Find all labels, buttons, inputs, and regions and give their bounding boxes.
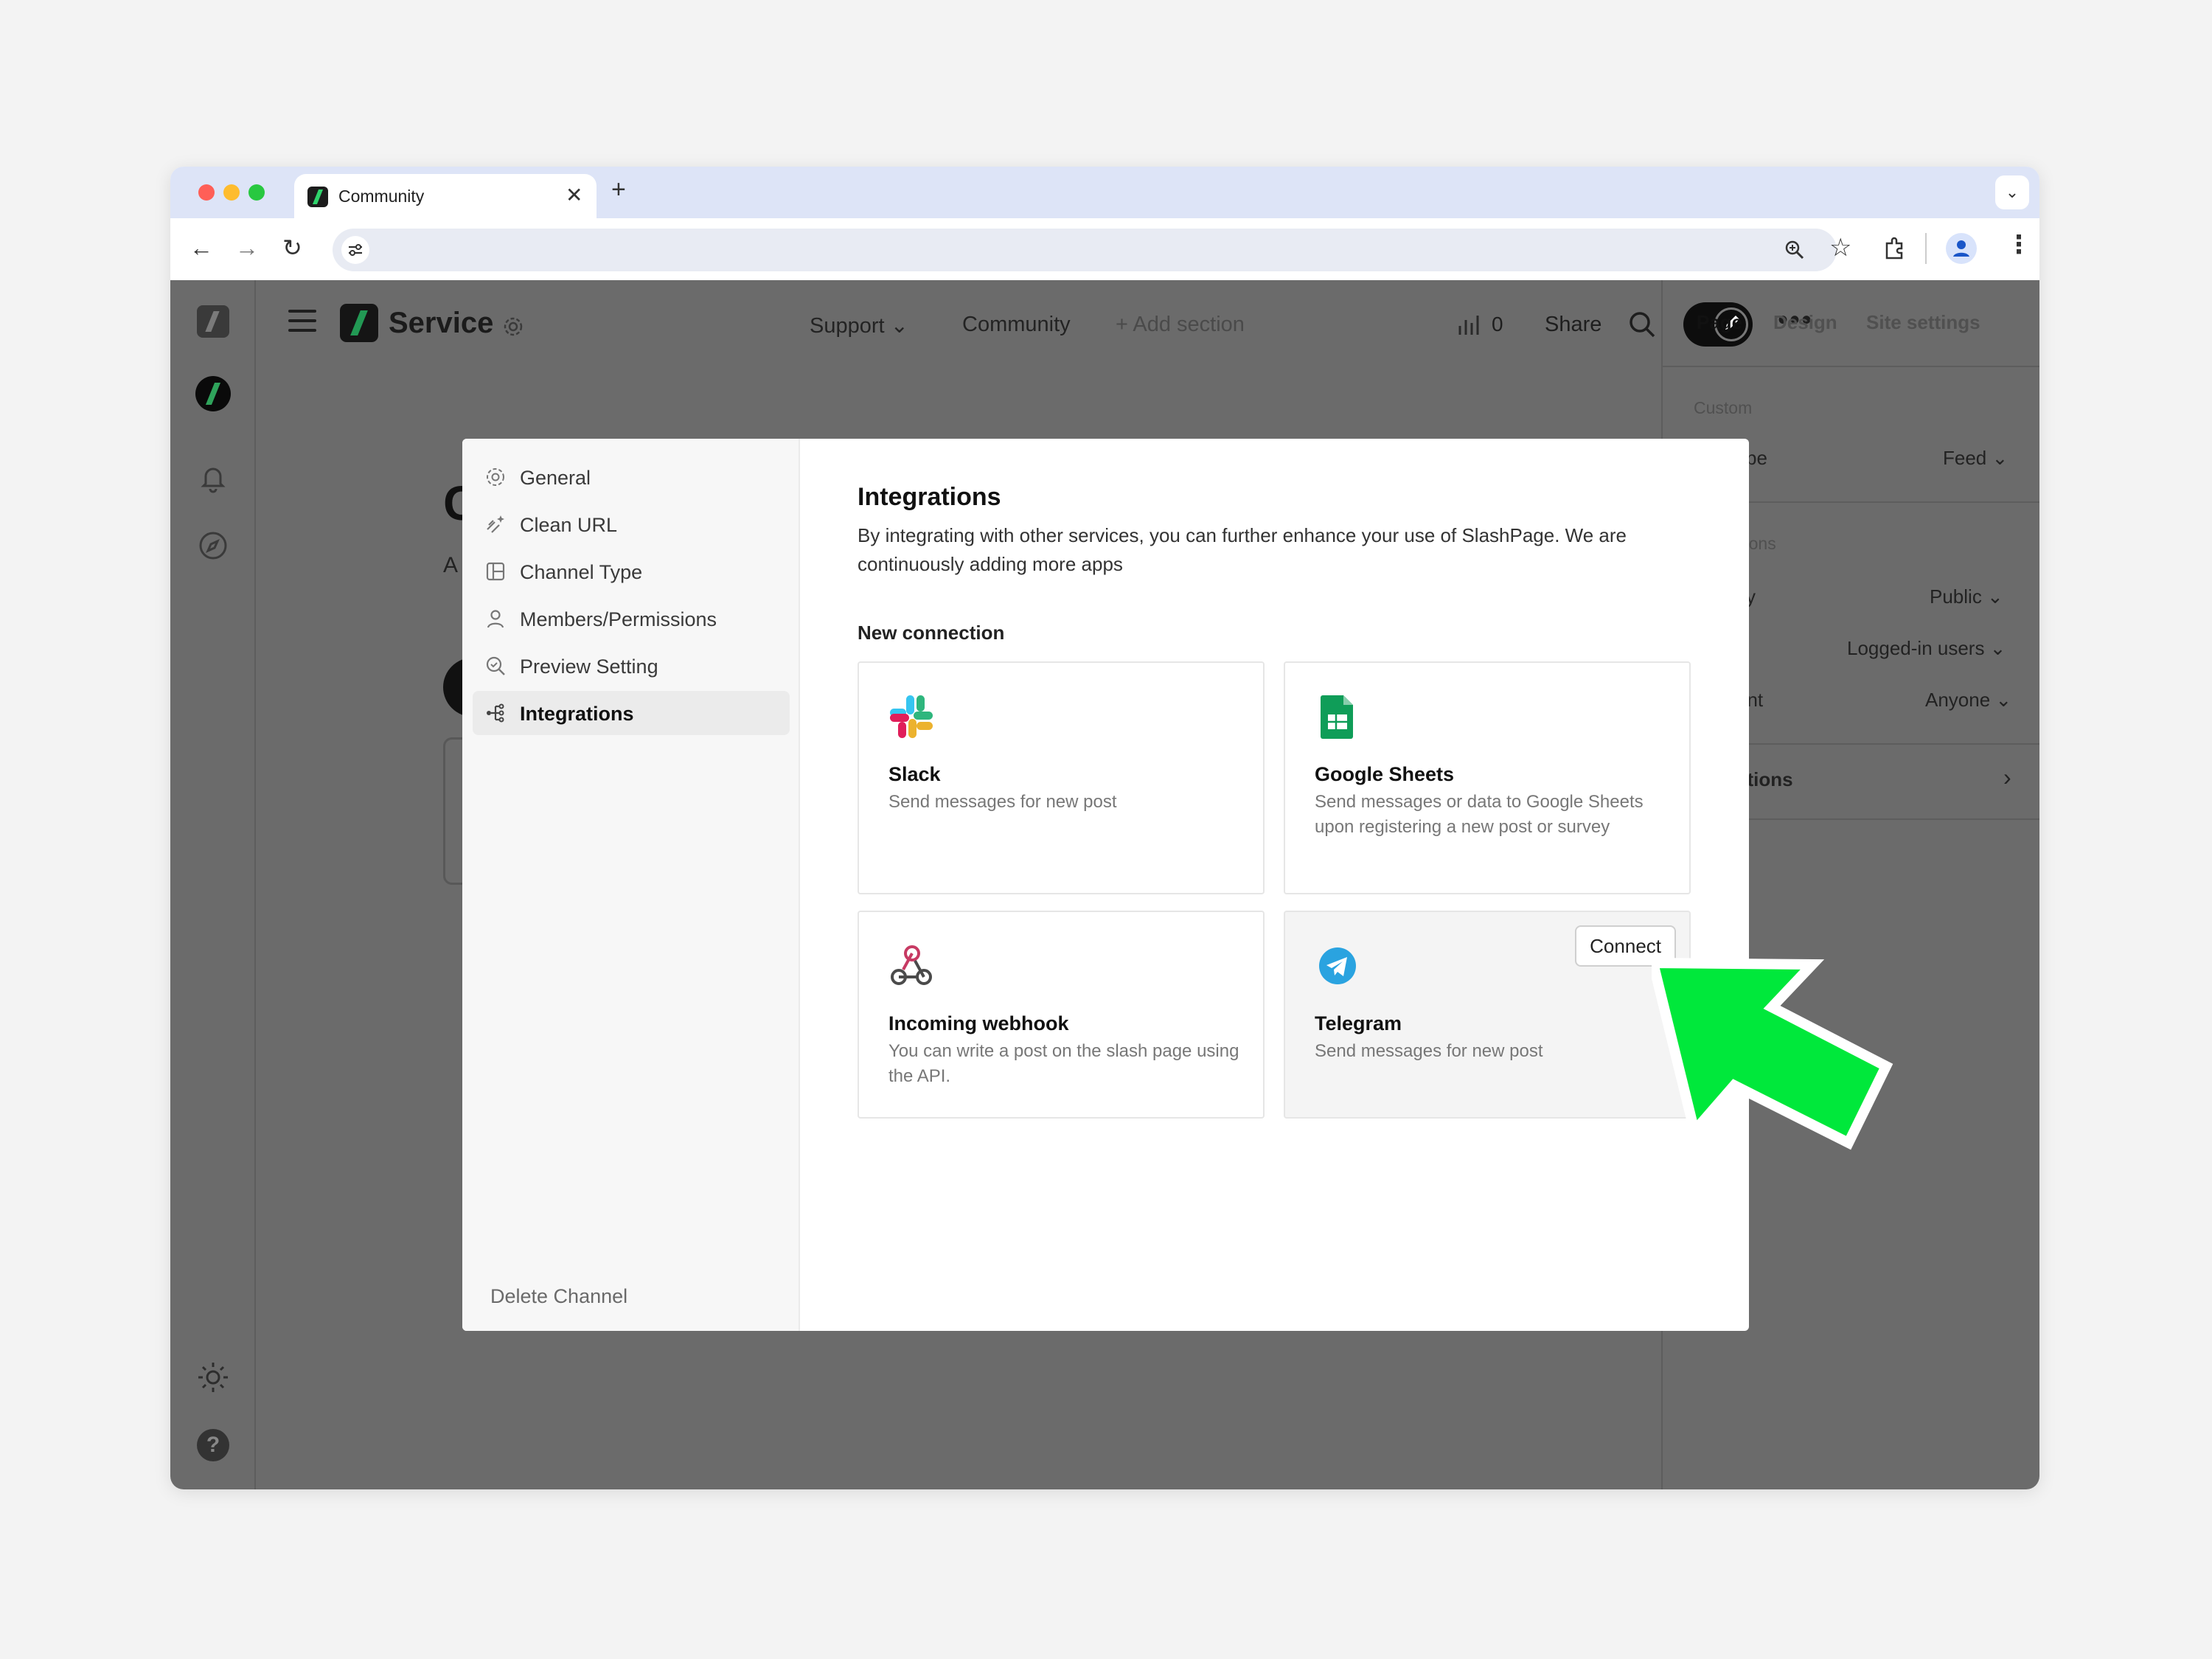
service-logo-icon[interactable]: [340, 304, 378, 342]
sidebar-item-label: General: [520, 467, 591, 489]
integration-card-incoming-webhook[interactable]: Incoming webhook You can write a post on…: [858, 911, 1265, 1119]
integrations-description: By integrating with other services, you …: [858, 524, 1627, 575]
reload-icon[interactable]: ↻: [282, 234, 302, 261]
visibility-select[interactable]: Public ⌄: [1930, 585, 2003, 608]
service-name[interactable]: Service: [389, 307, 493, 340]
integrations-tree-icon: [487, 703, 504, 723]
magic-link-icon: [487, 515, 504, 533]
new-tab-button[interactable]: +: [611, 175, 626, 204]
integrations-title: Integrations: [858, 483, 1001, 511]
sidebar-item-general[interactable]: General: [473, 455, 790, 499]
comment-select[interactable]: Anyone ⌄: [1925, 689, 2011, 712]
card-name: Incoming webhook: [888, 1012, 1069, 1034]
card-name: Slack: [888, 763, 941, 785]
tab-title: Community: [338, 187, 425, 206]
stats-count: 0: [1492, 313, 1503, 335]
type-select[interactable]: Feed ⌄: [1943, 447, 2008, 470]
window-close-button[interactable]: [198, 184, 215, 201]
browser-tab-community[interactable]: Community ✕: [294, 174, 597, 218]
tab-design[interactable]: Design: [1773, 311, 1837, 334]
channel-settings-modal: General Clean URL Channel Type Members/P…: [462, 439, 1749, 1331]
extensions-icon[interactable]: [1882, 236, 1907, 261]
card-description: Send messages or data to Google Sheets u…: [1315, 792, 1644, 837]
telegram-icon: [1319, 947, 1356, 984]
sidebar-item-members-permissions[interactable]: Members/Permissions: [473, 597, 790, 641]
layout-icon: [486, 562, 505, 581]
card-name: Telegram: [1315, 1012, 1402, 1034]
annotation-arrow-icon: [1652, 957, 1893, 1150]
google-sheets-icon: [1321, 695, 1353, 739]
custom-section-label: Custom: [1694, 398, 1753, 417]
stats-bar-chart-icon[interactable]: [1457, 314, 1481, 336]
sidebar-item-label: Preview Setting: [520, 655, 658, 678]
integrations-panel: Integrations By integrating with other s…: [800, 439, 1749, 1331]
sidebar-item-channel-type[interactable]: Channel Type: [473, 549, 790, 594]
help-icon[interactable]: ?: [197, 1429, 229, 1461]
left-rail: ?: [170, 280, 256, 1489]
chevron-right-icon[interactable]: ›: [2003, 764, 2011, 791]
card-description: Send messages for new post: [1315, 1041, 1543, 1061]
zoom-icon[interactable]: [1784, 239, 1806, 261]
tab-strip: Community ✕ + ⌄: [170, 167, 2039, 218]
address-bar[interactable]: ☆: [333, 229, 1851, 271]
slashpage-logo-icon[interactable]: [197, 305, 229, 338]
toolbar-divider: [1925, 233, 1927, 264]
new-connection-label: New connection: [858, 622, 1005, 644]
profile-person-icon: [1953, 240, 1969, 257]
right-panel-tabs: Page Design Site settings: [1663, 280, 2039, 367]
webhook-icon: [891, 945, 932, 985]
search-icon[interactable]: [1627, 310, 1657, 339]
bookmark-star-icon[interactable]: ☆: [1829, 233, 1851, 262]
preview-search-icon: [486, 656, 505, 675]
bell-icon[interactable]: [197, 462, 229, 494]
page-subtitle-background: A: [443, 553, 459, 577]
window-minimize-button[interactable]: [223, 184, 240, 201]
nav-community[interactable]: Community: [962, 313, 1071, 337]
top-nav: Service Support ⌄ Community + Add sectio…: [256, 280, 1812, 369]
integration-card-telegram[interactable]: Telegram Send messages for new post Conn…: [1284, 911, 1691, 1119]
tab-site-settings[interactable]: Site settings: [1866, 311, 1980, 334]
card-description: Send messages for new post: [888, 792, 1117, 812]
sun-icon[interactable]: [197, 1361, 229, 1394]
service-settings-gear-icon[interactable]: [502, 316, 524, 338]
browser-menu-icon[interactable]: ⋮: [2006, 230, 2031, 260]
compass-icon[interactable]: [197, 529, 229, 562]
share-button[interactable]: Share: [1545, 313, 1601, 337]
sidebar-item-label: Channel Type: [520, 561, 643, 583]
integration-card-slack[interactable]: Slack Send messages for new post: [858, 661, 1265, 894]
back-icon[interactable]: ←: [189, 234, 213, 261]
user-icon: [487, 610, 504, 628]
window-maximize-button[interactable]: [248, 184, 265, 201]
tab-page[interactable]: Page: [1697, 311, 1742, 334]
profile-avatar[interactable]: [1946, 233, 1977, 264]
browser-toolbar: ← → ↻ ☆ ⋮: [170, 218, 2039, 280]
slashpage-favicon-icon: [307, 187, 328, 207]
site-info-icon[interactable]: [341, 236, 369, 264]
nav-support[interactable]: Support ⌄: [810, 313, 908, 338]
add-section-button[interactable]: + Add section: [1116, 313, 1245, 337]
sidebar-item-label: Clean URL: [520, 514, 618, 536]
tab-close-icon[interactable]: ✕: [566, 183, 582, 207]
forward-icon[interactable]: →: [235, 234, 259, 261]
sidebar-item-integrations[interactable]: Integrations: [473, 691, 790, 735]
card-description: You can write a post on the slash page u…: [888, 1041, 1239, 1086]
hamburger-menu-icon[interactable]: [288, 310, 316, 332]
delete-channel-button[interactable]: Delete Channel: [490, 1285, 627, 1308]
readers-select[interactable]: Logged-in users ⌄: [1847, 637, 2006, 660]
integration-card-google-sheets[interactable]: Google Sheets Send messages or data to G…: [1284, 661, 1691, 894]
workspace-avatar[interactable]: [195, 376, 231, 411]
sidebar-item-preview-setting[interactable]: Preview Setting: [473, 644, 790, 688]
sidebar-item-clean-url[interactable]: Clean URL: [473, 502, 790, 546]
card-name: Google Sheets: [1315, 763, 1455, 785]
modal-sidebar: General Clean URL Channel Type Members/P…: [462, 439, 800, 1331]
sidebar-item-label: Members/Permissions: [520, 608, 717, 630]
tab-search-button[interactable]: ⌄: [1995, 175, 2029, 209]
slack-icon: [890, 695, 933, 738]
sidebar-item-label: Integrations: [520, 703, 634, 725]
gear-icon: [487, 468, 504, 486]
